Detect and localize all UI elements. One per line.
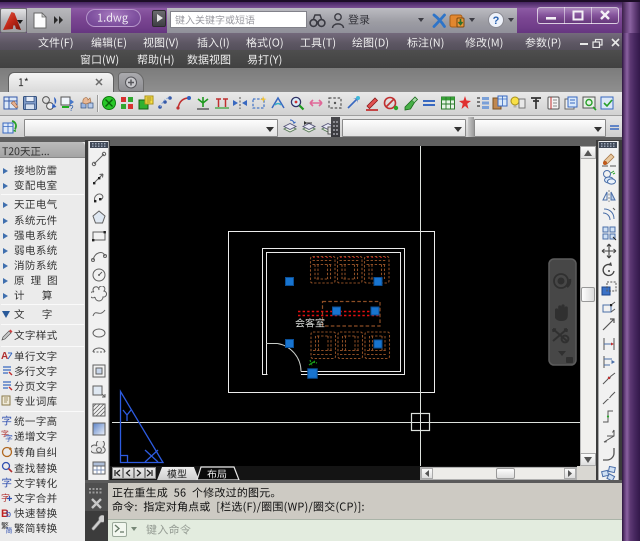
svg-text:?: ? [493,15,500,27]
svg-text:?: ? [69,104,74,112]
svg-text:b: b [6,509,11,519]
svg-text:A: A [1,351,8,362]
